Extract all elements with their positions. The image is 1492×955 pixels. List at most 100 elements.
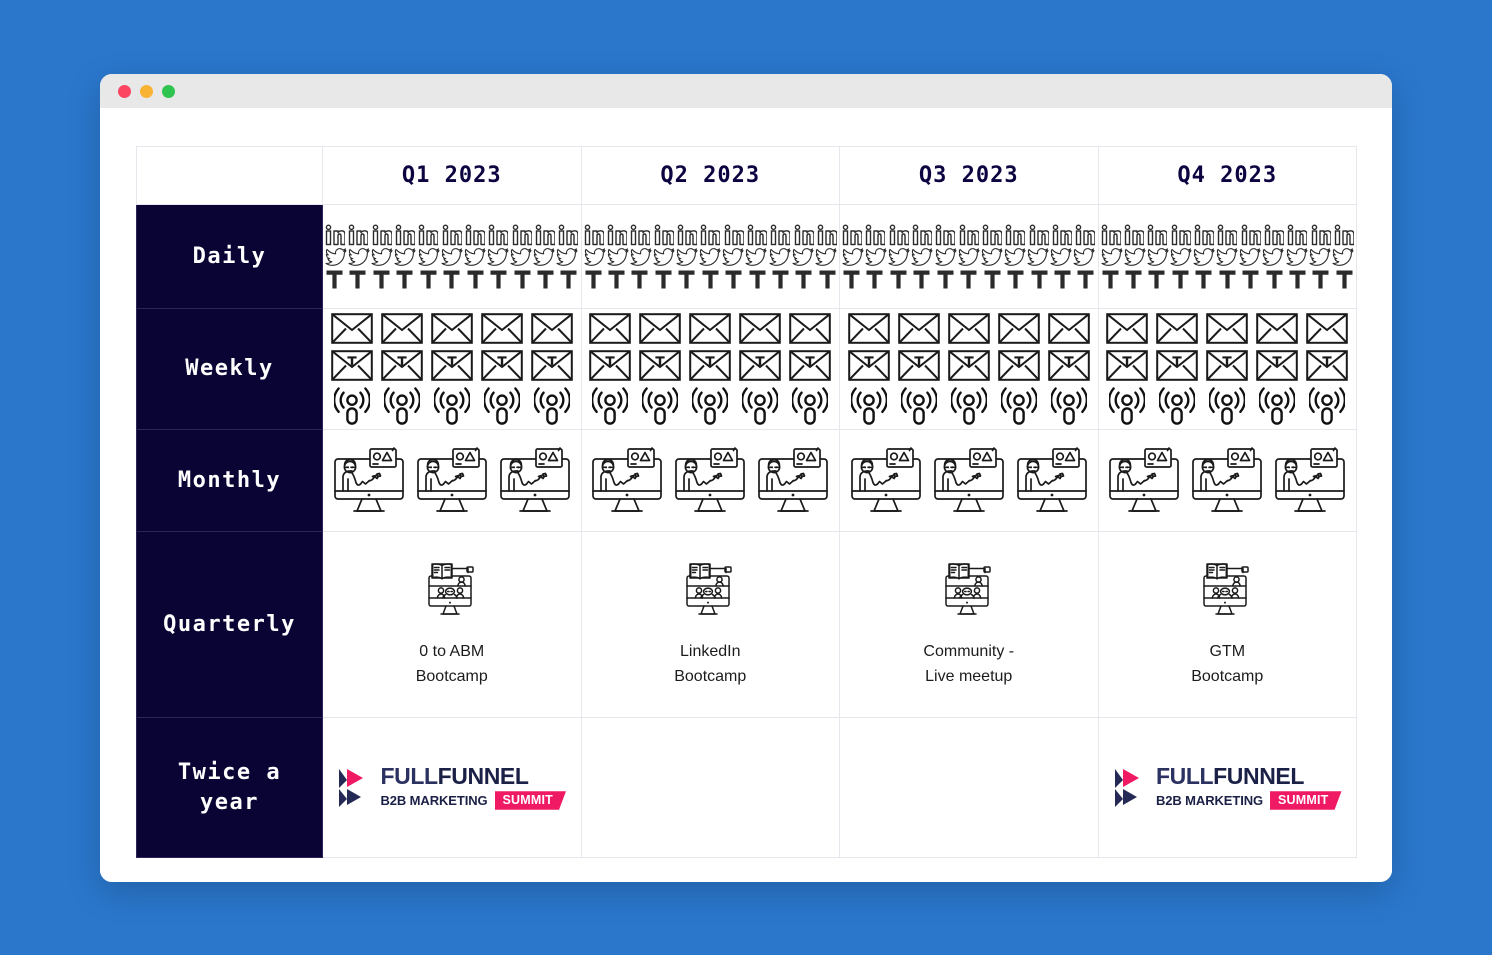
- table-row-twice: Twice a year FULLFUNNEL B2B MARKETING SU…: [136, 717, 1357, 858]
- twitter-bird-icon: [981, 247, 1003, 266]
- icon-row-envelope-icon: [584, 313, 838, 344]
- linkedin-icon: [1006, 224, 1026, 245]
- letter-t-icon: [396, 270, 413, 288]
- envelope-t-icon: [1106, 350, 1149, 381]
- envelope-t-icon: [997, 350, 1040, 381]
- maximize-window-button[interactable]: [162, 84, 175, 98]
- twitter-bird-icon: [1309, 247, 1331, 266]
- minimize-window-button[interactable]: [140, 84, 153, 98]
- linkedin-icon: [372, 224, 392, 245]
- twitter-bird-icon: [325, 247, 347, 266]
- letter-t-icon: [1336, 270, 1353, 288]
- cell-weekly-q4: [1097, 308, 1357, 430]
- logo-word-first: FULL: [380, 763, 438, 790]
- envelope-t-icon: [381, 350, 423, 381]
- envelope-t-icon: [589, 350, 632, 381]
- letter-t-icon: [1195, 270, 1212, 288]
- cell-quarterly-q2: LinkedIn Bootcamp: [580, 531, 840, 718]
- envelope-icon: [589, 313, 632, 344]
- linkedin-icon: [866, 224, 886, 245]
- twitter-bird-icon: [653, 247, 675, 266]
- envelope-t-icon: [530, 350, 573, 381]
- letter-t-icon: [984, 270, 1001, 288]
- letter-t-icon: [1219, 270, 1236, 288]
- table-corner-cell: [136, 146, 323, 205]
- table-row-weekly: Weekly: [136, 308, 1357, 430]
- table-body: Daily Weekly Monthly Quarterly 0 to ABM …: [136, 204, 1357, 858]
- twitter-bird-icon: [1193, 247, 1215, 266]
- icon-row-twitter-bird-icon: [325, 247, 579, 267]
- twitter-bird-icon: [583, 247, 606, 266]
- cell-quarterly-q3: Community - Live meetup: [839, 531, 1099, 718]
- letter-t-icon: [490, 270, 507, 288]
- quarterly-event-label: GTM Bootcamp: [1191, 642, 1264, 685]
- envelope-icon: [848, 313, 890, 344]
- letter-t-icon: [608, 270, 625, 288]
- twitter-bird-icon: [371, 247, 393, 266]
- podcast-icon: [1259, 387, 1296, 425]
- linkedin-icon: [1029, 224, 1049, 245]
- linkedin-icon: [489, 224, 509, 245]
- envelope-t-icon: [639, 350, 682, 381]
- letter-t-icon: [1289, 270, 1306, 288]
- cell-quarterly-q4: GTM Bootcamp: [1097, 531, 1357, 718]
- webinar-icon: [850, 446, 921, 512]
- icon-row-webinar-icon: [584, 445, 838, 517]
- quarterly-event: 0 to ABM Bootcamp: [323, 532, 581, 717]
- envelope-icon: [1047, 313, 1090, 344]
- envelope-t-icon: [947, 350, 990, 381]
- linkedin-icon: [1147, 224, 1168, 245]
- envelope-icon: [1256, 313, 1298, 344]
- linkedin-icon: [842, 224, 862, 245]
- letter-t-icon: [843, 270, 860, 288]
- letter-t-icon: [514, 270, 530, 288]
- cell-daily-q3: [839, 204, 1099, 309]
- letter-t-icon: [937, 270, 954, 288]
- linkedin-icon: [912, 224, 933, 245]
- linkedin-icon: [1052, 224, 1073, 245]
- fullfunnel-mark-icon: [1114, 768, 1139, 807]
- twitter-bird-icon: [510, 247, 532, 266]
- linkedin-icon: [1171, 224, 1191, 245]
- icon-stack: [1099, 430, 1357, 531]
- podcast-icon: [433, 387, 470, 425]
- icon-row-webinar-icon: [1101, 445, 1355, 517]
- window-titlebar: [100, 74, 1392, 108]
- envelope-t-icon: [1256, 350, 1298, 381]
- envelope-icon: [530, 313, 573, 344]
- online-course-icon: [428, 562, 474, 615]
- icon-row-podcast-icon: [842, 387, 1096, 425]
- letter-t-icon: [1266, 270, 1283, 288]
- quarterly-event: Community - Live meetup: [840, 532, 1098, 717]
- icon-row-letter-t-icon: [842, 269, 1096, 290]
- logo-tagline: B2B MARKETING: [1155, 793, 1264, 808]
- linkedin-icon: [559, 224, 579, 245]
- envelope-icon: [689, 313, 732, 344]
- envelope-icon: [898, 313, 940, 344]
- podcast-icon: [692, 387, 729, 425]
- linkedin-icon: [770, 224, 791, 245]
- close-window-button[interactable]: [118, 84, 131, 98]
- icon-row-envelope-icon: [325, 313, 579, 344]
- cell-twice-q4: FULLFUNNEL B2B MARKETING SUMMIT: [1097, 717, 1357, 858]
- letter-t-icon: [467, 270, 484, 288]
- quarterly-event: LinkedIn Bootcamp: [582, 532, 840, 717]
- cell-daily-q1: [322, 204, 582, 309]
- row-label-weekly: Weekly: [136, 308, 323, 430]
- letter-t-icon: [960, 270, 977, 288]
- envelope-t-icon: [848, 350, 890, 381]
- cell-weekly-q2: [580, 308, 840, 430]
- browser-window: Q1 2023 Q2 2023 Q3 2023 Q4 2023 Daily We…: [100, 74, 1392, 882]
- podcast-icon: [1159, 387, 1196, 425]
- cell-monthly-q1: [322, 429, 582, 532]
- linkedin-icon: [700, 224, 721, 245]
- twitter-bird-icon: [348, 247, 370, 266]
- podcast-icon: [1109, 387, 1146, 425]
- icon-row-podcast-icon: [584, 387, 838, 425]
- twitter-bird-icon: [1286, 247, 1308, 266]
- row-label-daily: Daily: [136, 204, 323, 309]
- podcast-icon: [333, 387, 370, 425]
- cell-twice-q1: FULLFUNNEL B2B MARKETING SUMMIT: [322, 717, 582, 858]
- podcast-icon: [383, 387, 420, 425]
- linkedin-icon: [1101, 224, 1121, 245]
